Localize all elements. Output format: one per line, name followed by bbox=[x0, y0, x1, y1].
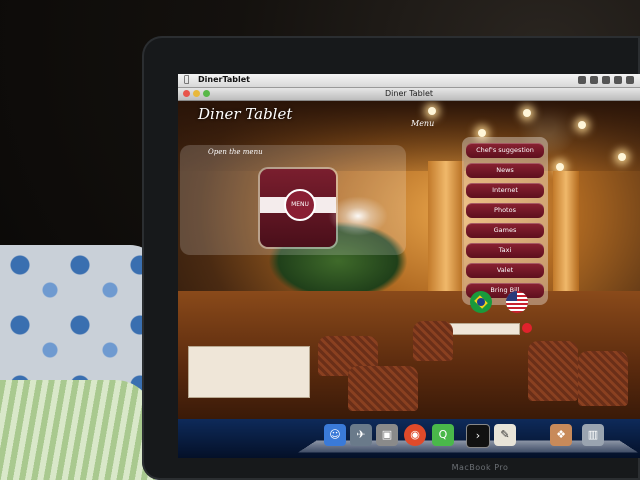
laptop-screen:  DinerTablet Diner Tablet bbox=[178, 74, 640, 458]
menu-item-photos[interactable]: Photos bbox=[466, 203, 544, 218]
window-titlebar: Diner Tablet bbox=[178, 88, 640, 101]
open-menu-label: Open the menu bbox=[208, 148, 263, 156]
ceiling-lamp bbox=[618, 153, 626, 161]
ceiling-lamp bbox=[523, 109, 531, 117]
rocket-icon[interactable]: ✈ bbox=[350, 424, 372, 446]
usa-flag-icon[interactable] bbox=[506, 291, 528, 313]
menu-item-games[interactable]: Games bbox=[466, 223, 544, 238]
photo-icon[interactable]: ❖ bbox=[550, 424, 572, 446]
ceiling-lamp bbox=[428, 107, 436, 115]
ceiling-lamp bbox=[578, 121, 586, 129]
menu-item-valet[interactable]: Valet bbox=[466, 263, 544, 278]
menu-card-badge: MENU bbox=[284, 189, 316, 221]
apple-menu-icon[interactable]:  bbox=[184, 75, 189, 85]
battery-icon[interactable] bbox=[626, 76, 634, 84]
bluetooth-icon[interactable] bbox=[602, 76, 610, 84]
menu-item-chefs-suggestion[interactable]: Chef's suggestion bbox=[466, 143, 544, 158]
sync-icon[interactable] bbox=[590, 76, 598, 84]
dining-table bbox=[188, 346, 310, 398]
wifi-icon[interactable] bbox=[614, 76, 622, 84]
app-menu-name[interactable]: DinerTablet bbox=[198, 75, 250, 84]
dropbox-icon[interactable] bbox=[578, 76, 586, 84]
terminal-icon[interactable]: › bbox=[466, 424, 490, 448]
pillar bbox=[428, 161, 464, 301]
qt-icon[interactable]: Q bbox=[432, 424, 454, 446]
window-title: Diner Tablet bbox=[384, 89, 434, 98]
textedit-icon[interactable]: ✎ bbox=[494, 424, 516, 446]
device-label: MacBook Pro bbox=[451, 463, 509, 472]
menu-item-internet[interactable]: Internet bbox=[466, 183, 544, 198]
wicker-chair bbox=[413, 321, 453, 361]
finder-icon[interactable]: ☺ bbox=[324, 424, 346, 446]
wicker-chair bbox=[528, 341, 578, 401]
macos-dock: ☺ ✈ ▣ ◉ Q › ✎ ❖ ▥ bbox=[178, 419, 640, 458]
preview-icon[interactable]: ▣ bbox=[376, 424, 398, 446]
diner-tablet-app: Diner Tablet Menu Open the menu MENU Che… bbox=[178, 101, 640, 419]
wicker-chair bbox=[578, 351, 628, 406]
screen-glare bbox=[328, 196, 388, 236]
macos-menu-bar:  DinerTablet bbox=[178, 74, 640, 88]
recording-indicator bbox=[522, 323, 532, 333]
dining-table bbox=[448, 323, 520, 335]
menu-item-news[interactable]: News bbox=[466, 163, 544, 178]
chrome-icon[interactable]: ◉ bbox=[404, 424, 426, 446]
trash-icon[interactable]: ▥ bbox=[582, 424, 604, 446]
menu-heading: Menu bbox=[411, 119, 435, 128]
brazil-flag-icon[interactable] bbox=[470, 291, 492, 313]
status-icons bbox=[578, 76, 634, 84]
app-brand-title: Diner Tablet bbox=[198, 105, 293, 123]
ceiling-lamp bbox=[556, 163, 564, 171]
ceiling-lamp bbox=[478, 129, 486, 137]
menu-list: Chef's suggestion News Internet Photos G… bbox=[462, 137, 548, 305]
open-menu-card[interactable]: MENU bbox=[260, 169, 336, 247]
menu-item-taxi[interactable]: Taxi bbox=[466, 243, 544, 258]
towel bbox=[0, 380, 155, 480]
wicker-chair bbox=[348, 366, 418, 411]
pillar bbox=[553, 171, 579, 301]
